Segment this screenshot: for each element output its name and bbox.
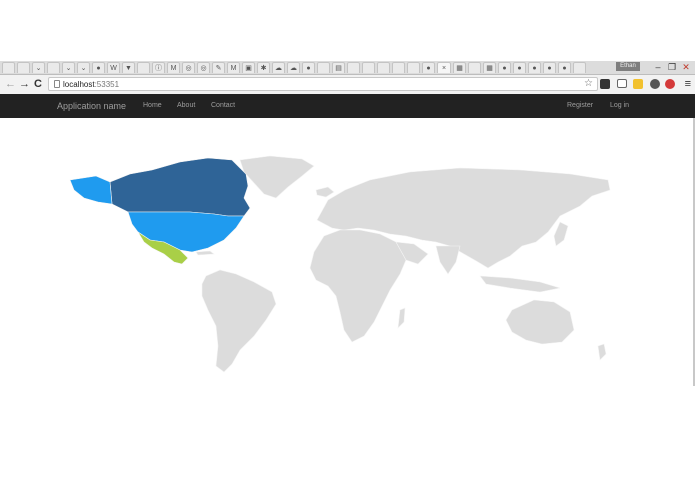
africa-region[interactable] — [309, 229, 407, 343]
browser-tab-page-icon[interactable] — [47, 62, 60, 73]
japan-region[interactable] — [553, 221, 569, 247]
browser-tab-windows-icon[interactable]: ▦ — [453, 62, 466, 73]
browser-tab-info-icon[interactable]: ⓘ — [152, 62, 165, 73]
browser-tab-wikipedia-icon[interactable]: W — [107, 62, 120, 73]
browser-toolbar: ← → C localhost:53351 ☆ ≡ — [0, 75, 695, 95]
indonesia-region[interactable] — [479, 275, 561, 293]
browser-tab-chevron-icon[interactable]: ⌄ — [77, 62, 90, 73]
browser-tab-page-icon[interactable] — [573, 62, 586, 73]
browser-tab-page-icon[interactable] — [392, 62, 405, 73]
browser-tab-grid-icon[interactable]: ▦ — [483, 62, 496, 73]
extension-round-icon[interactable] — [650, 79, 660, 89]
browser-tab-page-icon[interactable] — [317, 62, 330, 73]
browser-tab-chevron-icon[interactable]: ⌄ — [32, 62, 45, 73]
browser-tab-cloud-icon[interactable]: ☁ — [287, 62, 300, 73]
iceland-region[interactable] — [315, 186, 335, 198]
australia-region[interactable] — [505, 299, 575, 345]
browser-menu-icon[interactable]: ≡ — [685, 78, 691, 90]
user-profile-badge[interactable]: Ethan — [616, 62, 640, 71]
browser-tab-page-icon[interactable] — [17, 62, 30, 73]
browser-tab-cloud-icon[interactable]: ☁ — [272, 62, 285, 73]
browser-tab-github-icon[interactable]: ● — [302, 62, 315, 73]
browser-tab-github-icon[interactable]: ● — [92, 62, 105, 73]
madagascar-region[interactable] — [397, 307, 406, 329]
register-link[interactable]: Register — [567, 101, 593, 111]
greenland-region[interactable] — [239, 155, 315, 199]
browser-tab-page-icon[interactable] — [377, 62, 390, 73]
browser-tab-image-icon[interactable]: ▣ — [242, 62, 255, 73]
tab-strip: ⌄ ⌄ ⌄ ● W ▼ ⓘ M ◎ ◎ ✎ M ▣ ✱ ☁ ☁ ● ▤ ● × ▦ ▦ ● ● ● ● ● Ethan – ❐ ✕ — [0, 61, 695, 75]
bookmark-star-icon[interactable]: ☆ — [584, 78, 593, 90]
browser-tab-page-icon[interactable] — [407, 62, 420, 73]
browser-tab-bug-icon[interactable]: ✱ — [257, 62, 270, 73]
login-link[interactable]: Log in — [610, 101, 629, 111]
browser-tab-github-icon[interactable]: ● — [543, 62, 556, 73]
opera-icon[interactable] — [665, 79, 675, 89]
close-window-button[interactable]: ✕ — [679, 61, 693, 73]
world-map — [40, 150, 620, 380]
nav-home-link[interactable]: Home — [143, 101, 162, 111]
url-host: localhost — [63, 80, 95, 89]
browser-tab-page-icon[interactable] — [347, 62, 360, 73]
reload-button[interactable]: C — [34, 78, 42, 91]
extension-dark-icon[interactable] — [600, 79, 610, 89]
browser-tab-document-icon[interactable]: ▤ — [332, 62, 345, 73]
new-zealand-region[interactable] — [597, 343, 607, 361]
address-bar[interactable]: localhost:53351 ☆ — [48, 77, 598, 91]
browser-tab-tool-icon[interactable]: ✎ — [212, 62, 225, 73]
screen-top-blank — [0, 0, 695, 61]
page-icon — [54, 80, 60, 88]
world-map-svg — [69, 155, 611, 373]
browser-tab-shield-icon[interactable]: ▼ — [122, 62, 135, 73]
browser-tab-github-icon[interactable]: ● — [558, 62, 571, 73]
minimize-button[interactable]: – — [651, 61, 665, 73]
browser-tab-globe-icon[interactable]: ◎ — [197, 62, 210, 73]
browser-tab-gmail-icon[interactable]: M — [167, 62, 180, 73]
canada-region[interactable] — [109, 157, 251, 217]
nav-contact-link[interactable]: Contact — [211, 101, 235, 111]
browser-tab-github-icon[interactable]: ● — [513, 62, 526, 73]
forward-button[interactable]: → — [19, 78, 30, 91]
close-tab-icon[interactable]: × — [437, 62, 451, 73]
caribbean-region[interactable] — [195, 250, 215, 256]
india-region[interactable] — [435, 245, 461, 275]
brand-link[interactable]: Application name — [57, 100, 126, 112]
browser-tab-github-icon[interactable]: ● — [422, 62, 435, 73]
restore-button[interactable]: ❐ — [665, 61, 679, 73]
url-port: :53351 — [94, 80, 120, 89]
browser-tab-globe-icon[interactable]: ◎ — [182, 62, 195, 73]
extension-yellow-icon[interactable] — [633, 79, 643, 89]
browser-tab-page-icon[interactable] — [2, 62, 15, 73]
browser-tab-github-icon[interactable]: ● — [528, 62, 541, 73]
browser-tab-chevron-icon[interactable]: ⌄ — [62, 62, 75, 73]
browser-chrome: ⌄ ⌄ ⌄ ● W ▼ ⓘ M ◎ ◎ ✎ M ▣ ✱ ☁ ☁ ● ▤ ● × ▦ ▦ ● ● ● ● ● Ethan – ❐ ✕ … — [0, 61, 695, 95]
browser-tab-page-icon[interactable] — [362, 62, 375, 73]
site-navbar: Application name Home About Contact Regi… — [0, 94, 695, 118]
browser-tab-medium-icon[interactable]: M — [227, 62, 240, 73]
browser-tab-github-icon[interactable]: ● — [498, 62, 511, 73]
tab-list: ⌄ ⌄ ⌄ ● W ▼ ⓘ M ◎ ◎ ✎ M ▣ ✱ ☁ ☁ ● ▤ ● × ▦ ▦ ● ● ● ● ● — [2, 62, 588, 74]
browser-tab-page-icon[interactable] — [137, 62, 150, 73]
browser-tab-page-icon[interactable] — [468, 62, 481, 73]
south-america-region[interactable] — [201, 269, 277, 373]
nav-about-link[interactable]: About — [177, 101, 195, 111]
cast-icon[interactable] — [617, 79, 627, 88]
back-button[interactable]: ← — [5, 78, 16, 91]
url-text: localhost:53351 — [63, 79, 119, 90]
